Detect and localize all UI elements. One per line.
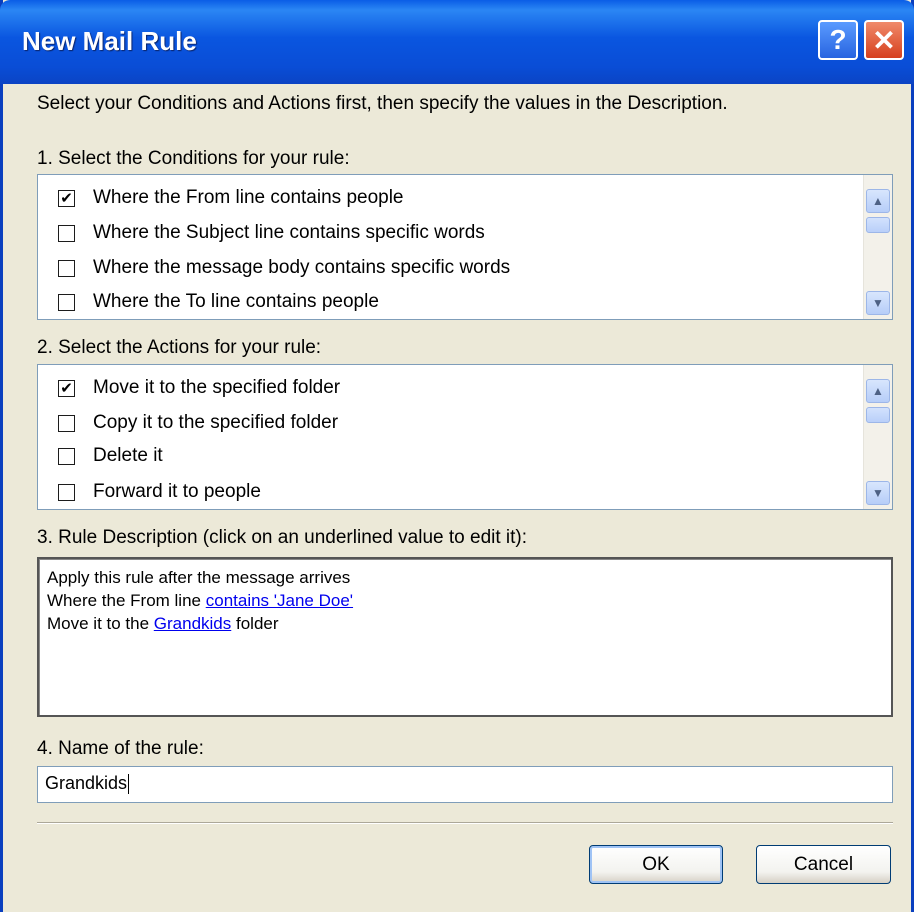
conditions-scrollbar[interactable]: ▲ ▼: [863, 175, 892, 319]
description-line-2: Where the From line contains 'Jane Doe': [47, 591, 353, 611]
action-item-move[interactable]: ✔ Move it to the specified folder: [58, 373, 340, 403]
conditions-list[interactable]: ✔ Where the From line contains people Wh…: [37, 174, 893, 320]
description-text: Where the From line: [47, 591, 206, 610]
rule-description-box: Apply this rule after the message arrive…: [37, 557, 893, 717]
conditions-label: 1. Select the Conditions for your rule:: [37, 148, 350, 169]
title-bar[interactable]: New Mail Rule ? ✕: [0, 0, 914, 84]
description-line-3: Move it to the Grandkids folder: [47, 614, 279, 634]
condition-label: Where the To line contains people: [93, 291, 379, 312]
rule-name-value: Grandkids: [45, 773, 128, 793]
scroll-down-icon[interactable]: ▼: [866, 291, 890, 315]
description-line-1: Apply this rule after the message arrive…: [47, 568, 351, 587]
window-title: New Mail Rule: [22, 26, 197, 56]
action-label: Move it to the specified folder: [93, 377, 341, 398]
scroll-thumb[interactable]: [866, 407, 890, 423]
condition-checkbox-subject[interactable]: [58, 224, 75, 242]
description-text: folder: [231, 614, 279, 633]
rule-name-input[interactable]: Grandkids: [37, 766, 893, 803]
condition-item-to[interactable]: Where the To line contains people: [58, 287, 379, 317]
action-checkbox-delete[interactable]: [58, 447, 75, 465]
action-item-delete[interactable]: Delete it: [58, 441, 163, 471]
actions-label: 2. Select the Actions for your rule:: [37, 337, 322, 358]
action-label: Copy it to the specified folder: [93, 412, 339, 433]
divider: [37, 822, 893, 824]
condition-checkbox-body[interactable]: [58, 259, 75, 277]
action-item-copy[interactable]: Copy it to the specified folder: [58, 408, 338, 438]
scroll-thumb[interactable]: [866, 217, 890, 233]
condition-item-body[interactable]: Where the message body contains specific…: [58, 253, 510, 283]
contains-people-link[interactable]: contains 'Jane Doe': [206, 591, 353, 610]
close-button[interactable]: ✕: [864, 20, 904, 60]
close-icon: ✕: [872, 24, 896, 56]
actions-list[interactable]: ✔ Move it to the specified folder Copy i…: [37, 364, 893, 510]
condition-label: Where the From line contains people: [93, 187, 404, 208]
actions-scrollbar[interactable]: ▲ ▼: [863, 365, 892, 509]
folder-link[interactable]: Grandkids: [154, 614, 231, 633]
condition-label: Where the message body contains specific…: [93, 257, 511, 278]
rule-name-label: 4. Name of the rule:: [37, 738, 204, 759]
action-checkbox-forward[interactable]: [58, 483, 75, 501]
help-icon: ?: [829, 24, 847, 55]
description-text: Move it to the: [47, 614, 154, 633]
action-checkbox-copy[interactable]: [58, 414, 75, 432]
scroll-up-icon[interactable]: ▲: [866, 379, 890, 403]
condition-checkbox-from[interactable]: ✔: [58, 189, 75, 207]
new-mail-rule-dialog: New Mail Rule ? ✕ Select your Conditions…: [0, 0, 914, 912]
cancel-button[interactable]: Cancel: [756, 845, 891, 884]
action-label: Forward it to people: [93, 481, 261, 502]
ok-button[interactable]: OK: [589, 845, 723, 884]
condition-item-subject[interactable]: Where the Subject line contains specific…: [58, 218, 485, 248]
action-label: Delete it: [93, 445, 163, 466]
condition-item-from[interactable]: ✔ Where the From line contains people: [58, 183, 404, 213]
intro-text: Select your Conditions and Actions first…: [37, 93, 728, 114]
text-caret: [128, 774, 130, 795]
condition-label: Where the Subject line contains specific…: [93, 222, 485, 243]
scroll-down-icon[interactable]: ▼: [866, 481, 890, 505]
action-item-forward[interactable]: Forward it to people: [58, 477, 261, 507]
condition-checkbox-to[interactable]: [58, 293, 75, 311]
help-button[interactable]: ?: [818, 20, 858, 60]
description-label: 3. Rule Description (click on an underli…: [37, 527, 528, 548]
scroll-up-icon[interactable]: ▲: [866, 189, 890, 213]
action-checkbox-move[interactable]: ✔: [58, 379, 75, 397]
